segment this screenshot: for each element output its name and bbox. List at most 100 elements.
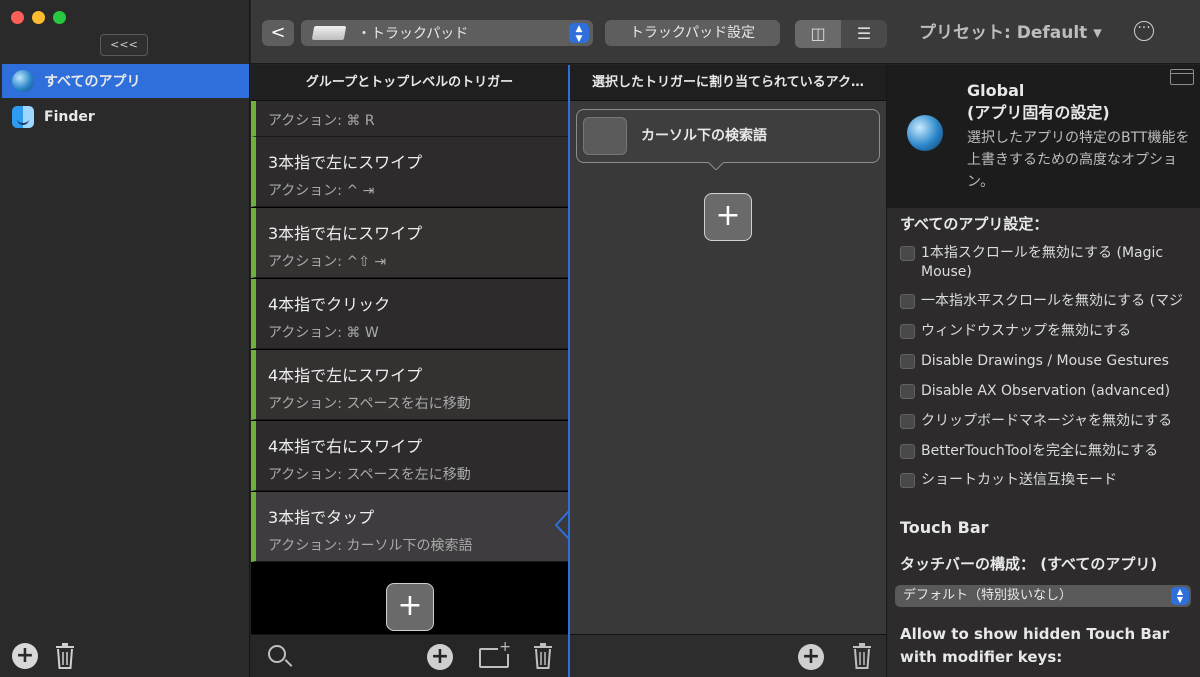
- trigger-row[interactable]: 4本指で左にスワイプ アクション: スペースを右に移動: [251, 350, 568, 420]
- trigger-row-selected[interactable]: 3本指でタップ アクション: カーソル下の検索語: [251, 492, 568, 562]
- setting-checkbox-row[interactable]: Disable AX Observation (advanced): [900, 382, 1195, 401]
- touchbar-config-label: タッチバーの構成： (すべてのアプリ): [900, 555, 1158, 573]
- add-trigger-button[interactable]: +: [386, 583, 434, 631]
- window-icon[interactable]: [1170, 69, 1194, 85]
- setting-label: BetterTouchToolを完全に無効にする: [921, 443, 1159, 459]
- details-header: Global (アプリ固有の設定) 選択したアプリの特定のBTT機能を上書きする…: [887, 65, 1200, 208]
- setting-checkbox-row[interactable]: ウィンドウスナップを無効にする: [900, 322, 1195, 341]
- add-app-button[interactable]: +: [12, 643, 38, 669]
- sidebar-item-label: すべてのアプリ: [44, 74, 141, 90]
- trigger-row[interactable]: 3本指で左にスワイプ アクション: ^ ⇥: [251, 137, 568, 207]
- checkbox[interactable]: [900, 473, 915, 488]
- trackpad-settings-button[interactable]: トラックパッド設定: [605, 20, 780, 46]
- action-pointer: [708, 162, 724, 170]
- setting-checkbox-row[interactable]: 一本指水平スクロールを無効にする (マジ: [900, 292, 1195, 311]
- triggers-column: グループとトップレベルのトリガー アクション: ⌘ R 3本指で左にスワイプ ア…: [251, 65, 568, 677]
- action-thumbnail: [583, 117, 627, 155]
- view-mode-toggle: ◫ ☰: [795, 20, 887, 48]
- setting-checkbox-row[interactable]: 1本指スクロールを無効にする (Magic Mouse): [900, 244, 1195, 282]
- trigger-title: 3本指で左にスワイプ: [268, 153, 423, 172]
- trigger-title: 4本指でクリック: [268, 295, 391, 314]
- sidebar-item-finder[interactable]: Finder: [2, 100, 249, 134]
- details-description: 選択したアプリの特定のBTT機能を上書きするための高度なオプション。: [967, 130, 1190, 190]
- touchbar-allow-label: Allow to show hidden Touch Bar with modi…: [900, 625, 1170, 666]
- add-trigger-small-button[interactable]: +: [427, 644, 453, 670]
- chevron-updown-icon: ▲ ▼: [569, 23, 589, 44]
- trigger-action: アクション: スペースを左に移動: [268, 467, 471, 483]
- columns-view-icon[interactable]: ◫: [795, 20, 841, 48]
- trash-icon[interactable]: [54, 643, 76, 669]
- checkbox[interactable]: [900, 354, 915, 369]
- checkbox[interactable]: [900, 414, 915, 429]
- trigger-title: 4本指で右にスワイプ: [268, 437, 423, 456]
- setting-checkbox-row[interactable]: ショートカット送信互換モード: [900, 471, 1195, 490]
- list-view-icon[interactable]: ☰: [841, 20, 887, 48]
- touchbar-config-value: デフォルト（特別扱いなし）: [903, 588, 1073, 603]
- setting-label: クリップボードマネージャを無効にする: [921, 413, 1173, 429]
- setting-label: ウィンドウスナップを無効にする: [921, 323, 1132, 339]
- sidebar-item-label: Finder: [44, 109, 95, 125]
- trigger-action: アクション: スペースを右に移動: [268, 396, 471, 412]
- trigger-row[interactable]: 4本指でクリック アクション: ⌘ W: [251, 279, 568, 349]
- checkbox[interactable]: [900, 294, 915, 309]
- trigger-row[interactable]: アクション: ⌘ R: [251, 101, 568, 137]
- new-folder-icon[interactable]: [479, 640, 512, 668]
- search-icon[interactable]: [268, 645, 286, 663]
- trigger-action: アクション: ^ ⇥: [268, 183, 375, 199]
- setting-label: 1本指スクロールを無効にする (Magic Mouse): [921, 245, 1164, 280]
- app-window: <<< すべてのアプリ Finder + < ・トラックパッド ▲ ▼ トラック…: [0, 0, 1200, 677]
- add-action-button[interactable]: +: [704, 193, 752, 241]
- globe-icon: [12, 70, 34, 92]
- setting-checkbox-row[interactable]: クリップボードマネージャを無効にする: [900, 412, 1195, 431]
- trigger-row[interactable]: 3本指で右にスワイプ アクション: ^⇧ ⇥: [251, 208, 568, 278]
- details-title: Global (アプリ固有の設定): [967, 80, 1110, 124]
- action-label: カーソル下の検索語: [641, 128, 767, 144]
- checkbox[interactable]: [900, 324, 915, 339]
- sidebar-item-all-apps[interactable]: すべてのアプリ: [2, 64, 249, 98]
- trigger-title: 3本指でタップ: [268, 508, 375, 527]
- action-item[interactable]: カーソル下の検索語: [576, 109, 880, 163]
- actions-header: 選択したトリガーに割り当てられているアク…: [570, 65, 886, 101]
- all-apps-settings-title: すべてのアプリ設定：: [900, 215, 1049, 233]
- details-panel: Global (アプリ固有の設定) 選択したアプリの特定のBTT機能を上書きする…: [886, 65, 1200, 677]
- trigger-row[interactable]: 4本指で右にスワイプ アクション: スペースを左に移動: [251, 421, 568, 491]
- trigger-type-select[interactable]: ・トラックパッド ▲ ▼: [301, 20, 593, 46]
- close-window-button[interactable]: [11, 11, 24, 24]
- setting-label: Disable AX Observation (advanced): [921, 383, 1171, 399]
- checkbox[interactable]: [900, 444, 915, 459]
- trackpad-icon: [311, 26, 347, 40]
- actions-column: 選択したトリガーに割り当てられているアク… カーソル下の検索語 + +: [568, 65, 886, 677]
- minimize-window-button[interactable]: [32, 11, 45, 24]
- collapse-sidebar-button[interactable]: <<<: [100, 34, 148, 56]
- details-title-line2: (アプリ固有の設定): [967, 103, 1110, 122]
- sidebar-footer: +: [12, 643, 76, 669]
- more-options-icon[interactable]: ···: [1134, 21, 1154, 41]
- trash-icon[interactable]: [851, 643, 873, 669]
- setting-checkbox-row[interactable]: Disable Drawings / Mouse Gestures: [900, 352, 1195, 371]
- actions-footer: +: [570, 634, 886, 677]
- trigger-type-value: ・トラックパッド: [357, 26, 469, 42]
- zoom-window-button[interactable]: [53, 11, 66, 24]
- details-title-line1: Global: [967, 81, 1025, 100]
- trigger-action: アクション: ^⇧ ⇥: [268, 254, 387, 270]
- apps-sidebar: <<< すべてのアプリ Finder +: [0, 0, 250, 677]
- touchbar-config-select[interactable]: デフォルト（特別扱いなし） ▲ ▼: [895, 585, 1191, 607]
- checkbox[interactable]: [900, 246, 915, 261]
- trigger-action: アクション: ⌘ W: [268, 325, 379, 341]
- trash-icon[interactable]: [532, 643, 554, 669]
- toolbar: < ・トラックパッド ▲ ▼ トラックパッド設定 ◫ ☰ プリセット: Defau…: [251, 0, 1200, 64]
- trigger-action: アクション: カーソル下の検索語: [268, 538, 473, 554]
- add-action-small-button[interactable]: +: [798, 644, 824, 670]
- trigger-action: アクション: ⌘ R: [268, 113, 375, 129]
- setting-label: 一本指水平スクロールを無効にする (マジ: [921, 293, 1184, 309]
- trigger-title: 3本指で右にスワイプ: [268, 224, 423, 243]
- finder-icon: [12, 106, 34, 128]
- globe-icon: [907, 115, 943, 151]
- preset-dropdown[interactable]: プリセット: Default ▾: [919, 20, 1102, 46]
- trigger-title: 4本指で左にスワイプ: [268, 366, 423, 385]
- setting-checkbox-row[interactable]: BetterTouchToolを完全に無効にする: [900, 442, 1195, 461]
- setting-label: Disable Drawings / Mouse Gestures: [921, 353, 1169, 369]
- checkbox[interactable]: [900, 384, 915, 399]
- chevron-updown-icon: ▲ ▼: [1171, 587, 1189, 605]
- back-button[interactable]: <: [262, 20, 294, 46]
